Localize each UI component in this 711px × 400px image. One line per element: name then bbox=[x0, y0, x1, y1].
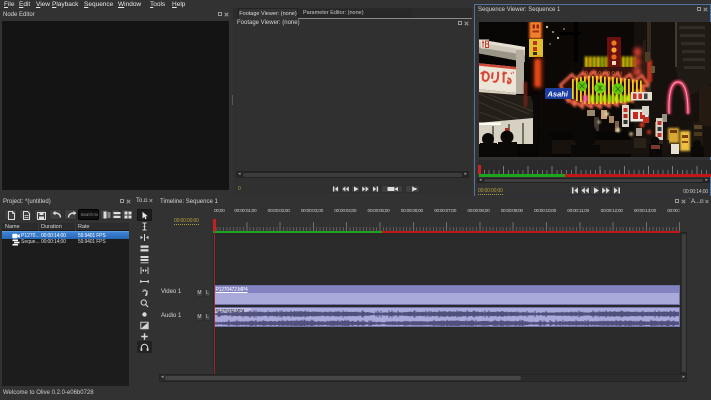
svg-text:Asahi: Asahi bbox=[547, 90, 569, 99]
